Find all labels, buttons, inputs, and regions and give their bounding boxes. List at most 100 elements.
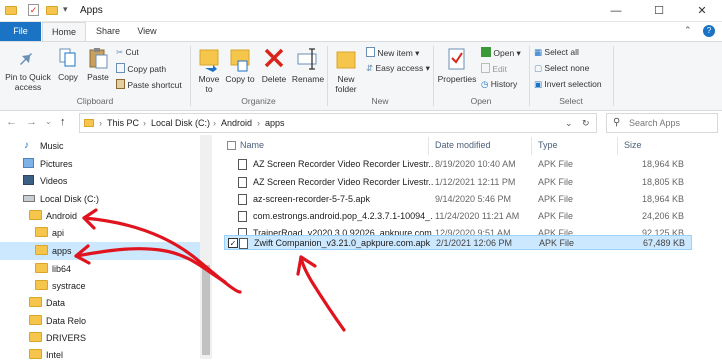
group-select-label: Select xyxy=(559,96,583,106)
nav-item-data-relo[interactable]: Data Relo xyxy=(0,312,200,330)
group-new-label: New xyxy=(371,96,389,106)
nav-item-pictures[interactable]: Pictures xyxy=(0,155,200,173)
tab-view[interactable]: View xyxy=(128,22,166,41)
paste-button[interactable]: Paste xyxy=(84,46,112,82)
clipboard-icon xyxy=(89,48,108,69)
easy-access-button[interactable]: ⇵ Easy access ▾ xyxy=(366,63,430,73)
history-label: History xyxy=(490,79,518,89)
minimize-button[interactable]: — xyxy=(596,0,636,22)
nav-label: Music xyxy=(40,141,64,151)
qat-dropdown-icon[interactable]: ▾ xyxy=(63,4,68,15)
header-checkbox-icon[interactable] xyxy=(227,141,236,150)
pin-quick-access-button[interactable]: Pin to Quick access xyxy=(4,46,52,92)
history-dropdown-icon[interactable]: ⌄ xyxy=(45,117,52,126)
search-box[interactable]: ⚲ Search Apps xyxy=(606,113,718,133)
file-row-selected[interactable]: ✓ Zwift Companion_v3.21.0_apkpure.com.ap… xyxy=(224,235,692,250)
select-all-button[interactable]: ▦ Select all xyxy=(534,47,579,57)
select-none-label: Select none xyxy=(544,63,590,73)
row-checkbox[interactable]: ✓ xyxy=(228,238,238,248)
ribbon-collapse-icon[interactable]: ⌃ xyxy=(684,25,692,36)
paste-shortcut-label: Paste shortcut xyxy=(127,80,182,90)
file-type: APK File xyxy=(538,177,574,187)
invert-selection-button[interactable]: ▣ Invert selection xyxy=(534,79,602,89)
file-row[interactable]: AZ Screen Recorder Video Recorder Livest… xyxy=(224,157,692,172)
move-to-button[interactable]: Move to xyxy=(194,46,224,94)
nav-label: Android xyxy=(46,211,78,221)
address-dropdown-icon[interactable]: ⌄ xyxy=(565,118,573,129)
copy-to-button[interactable]: Copy to xyxy=(225,46,255,84)
edit-label: Edit xyxy=(492,64,508,74)
folder-icon xyxy=(29,297,42,307)
help-icon[interactable]: ? xyxy=(703,25,715,37)
divider xyxy=(613,46,614,106)
address-box[interactable]: › This PC › Local Disk (C:) › Android › … xyxy=(79,113,597,133)
new-folder-button[interactable]: New folder xyxy=(331,46,361,94)
rename-button[interactable]: Rename xyxy=(291,46,325,84)
tab-home[interactable]: Home xyxy=(42,22,86,41)
invert-selection-icon: ▣ xyxy=(534,79,543,89)
ribbon: Pin to Quick access Copy Paste ✂ Cut Cop… xyxy=(0,41,722,111)
file-icon xyxy=(238,194,247,205)
nav-item-local-disk[interactable]: Local Disk (C:) xyxy=(0,190,200,208)
select-none-button[interactable]: ▢ Select none xyxy=(534,63,589,73)
forward-arrow-icon[interactable]: → xyxy=(26,116,37,128)
file-row[interactable]: com.estrongs.android.pop_4.2.3.7.1-10094… xyxy=(224,209,692,224)
select-all-label: Select all xyxy=(544,47,579,57)
copy-button[interactable]: Copy xyxy=(56,46,80,82)
select-none-icon: ▢ xyxy=(534,63,543,73)
new-folder-label: New folder xyxy=(335,74,357,94)
breadcrumb-separator: › xyxy=(99,118,102,128)
refresh-icon[interactable]: ↻ xyxy=(582,118,590,129)
breadcrumb-separator: › xyxy=(213,118,216,128)
nav-item-intel[interactable]: Intel xyxy=(0,346,200,364)
divider xyxy=(531,137,532,155)
invert-selection-label: Invert selection xyxy=(544,79,602,89)
nav-item-lib64[interactable]: lib64 xyxy=(0,260,200,278)
close-button[interactable]: ✕ xyxy=(682,0,722,22)
nav-scrollbar[interactable] xyxy=(200,135,212,359)
copy-path-label: Copy path xyxy=(127,64,167,74)
cut-button[interactable]: ✂ Cut xyxy=(116,47,139,57)
nav-item-android[interactable]: Android xyxy=(0,207,200,225)
nav-item-music[interactable]: ♪ Music xyxy=(0,137,200,155)
file-row[interactable]: AZ Screen Recorder Video Recorder Livest… xyxy=(224,175,692,190)
column-header-name[interactable]: Name xyxy=(240,140,264,150)
nav-item-videos[interactable]: Videos xyxy=(0,172,200,190)
nav-item-systrace[interactable]: systrace xyxy=(0,277,200,295)
scrollbar-thumb[interactable] xyxy=(202,265,210,355)
copy-path-button[interactable]: Copy path xyxy=(116,63,166,74)
tab-share[interactable]: Share xyxy=(88,22,128,41)
file-row[interactable]: az-screen-recorder-5-7-5.apk 9/14/2020 5… xyxy=(224,192,692,207)
new-folder-icon[interactable] xyxy=(46,6,58,15)
folder-icon xyxy=(35,263,48,273)
search-placeholder: Search Apps xyxy=(629,118,681,128)
column-header-type[interactable]: Type xyxy=(538,140,558,150)
nav-label: api xyxy=(52,228,65,238)
delete-button[interactable]: Delete xyxy=(259,46,289,84)
nav-item-drivers[interactable]: DRIVERS xyxy=(0,329,200,347)
breadcrumb-android[interactable]: Android xyxy=(221,118,252,128)
breadcrumb-separator: › xyxy=(143,118,146,128)
properties-check-icon[interactable]: ✓ xyxy=(28,4,39,16)
paste-label: Paste xyxy=(87,72,109,82)
file-icon xyxy=(238,177,247,188)
breadcrumb-apps[interactable]: apps xyxy=(265,118,285,128)
edit-button[interactable]: Edit xyxy=(481,63,507,74)
nav-item-data[interactable]: Data xyxy=(0,294,200,312)
up-arrow-icon[interactable]: ↑ xyxy=(60,116,66,128)
maximize-button[interactable]: ☐ xyxy=(639,0,679,22)
nav-item-apps[interactable]: apps xyxy=(0,242,200,260)
breadcrumb-local-disk[interactable]: Local Disk (C:) xyxy=(151,118,210,128)
column-header-date[interactable]: Date modified xyxy=(435,140,491,150)
nav-item-api[interactable]: api xyxy=(0,224,200,242)
open-button[interactable]: Open ▾ xyxy=(481,47,521,58)
new-item-button[interactable]: New item ▾ xyxy=(366,47,419,58)
properties-button[interactable]: Properties xyxy=(437,46,477,84)
history-button[interactable]: ◷ History xyxy=(481,79,517,89)
tab-file[interactable]: File xyxy=(0,22,41,41)
paste-shortcut-button[interactable]: Paste shortcut xyxy=(116,79,182,90)
open-label: Open xyxy=(493,48,515,58)
back-arrow-icon[interactable]: ← xyxy=(6,116,17,128)
breadcrumb-this-pc[interactable]: This PC xyxy=(107,118,139,128)
column-header-size[interactable]: Size xyxy=(624,140,642,150)
